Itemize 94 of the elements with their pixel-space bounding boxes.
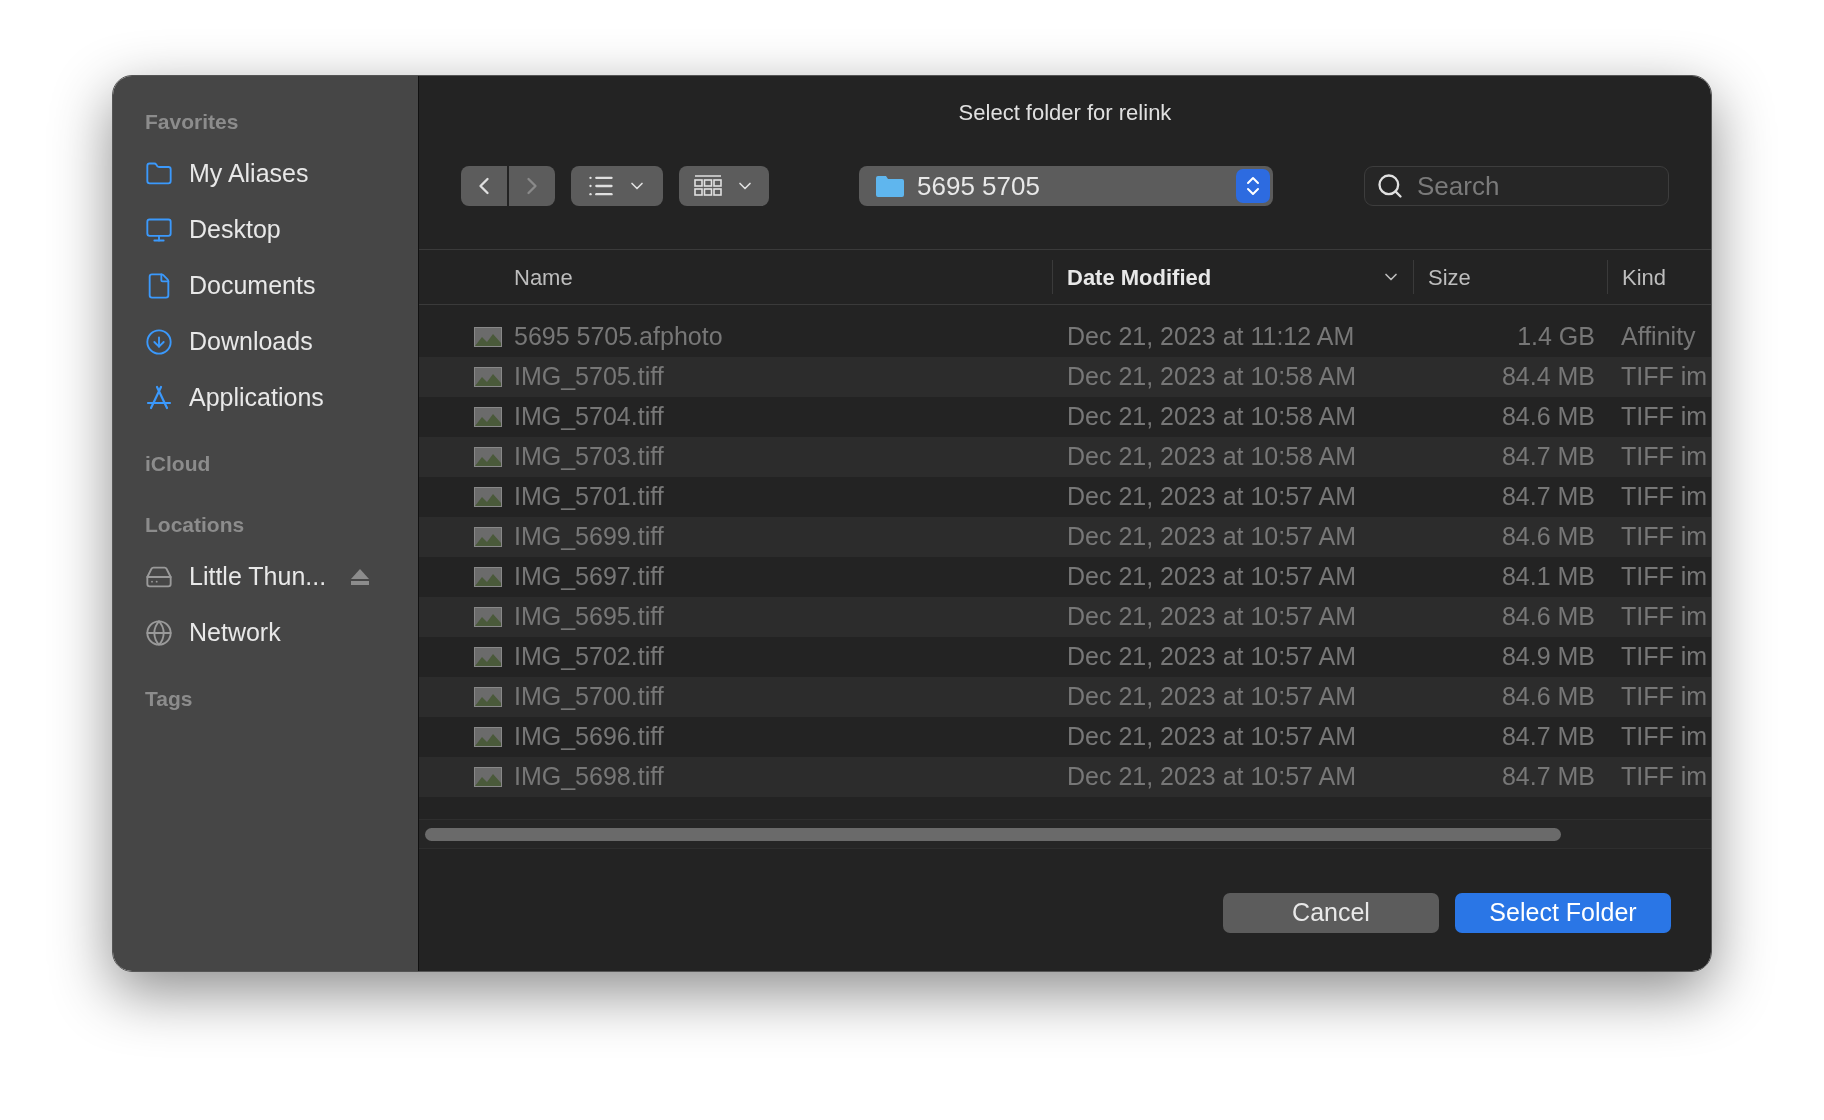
- popup-stepper[interactable]: [1236, 169, 1270, 203]
- sidebar-item[interactable]: Network: [145, 604, 386, 661]
- file-name: IMG_5702.tiff: [514, 641, 665, 673]
- image-file-icon: [474, 647, 502, 667]
- forward-button[interactable]: [509, 166, 555, 206]
- folder-icon: [875, 174, 905, 198]
- date-cell-text: Dec 21, 2023 at 10:57 AM: [1066, 761, 1358, 793]
- kind-cell-text: Affinity: [1620, 321, 1697, 353]
- image-file-icon: [474, 327, 502, 347]
- window-title: Select folder for relink: [957, 99, 1173, 127]
- date-cell-text: Dec 21, 2023 at 10:58 AM: [1066, 401, 1358, 433]
- image-file-icon: [474, 607, 502, 627]
- kind-cell-text: TIFF im: [1620, 361, 1709, 393]
- gallery-view-button[interactable]: [679, 166, 769, 206]
- grid-icon: [693, 174, 723, 198]
- file-name: IMG_5698.tiff: [514, 761, 665, 793]
- globe-icon: [145, 618, 173, 647]
- applications-icon: [145, 383, 173, 412]
- kind-cell-text: TIFF im: [1620, 641, 1709, 673]
- size-cell-text: 84.6 MB: [1500, 401, 1596, 433]
- size-cell-text: 84.7 MB: [1500, 481, 1596, 513]
- column-header[interactable]: Kind: [1607, 260, 1711, 294]
- list-view-button[interactable]: [571, 166, 663, 206]
- size-cell-text: 84.9 MB: [1500, 641, 1596, 673]
- file-name: IMG_5695.tiff: [514, 601, 665, 633]
- sidebar-item[interactable]: Little Thun...: [145, 548, 386, 605]
- sidebar-heading: iCloud: [145, 450, 212, 477]
- search-field[interactable]: Search: [1364, 166, 1669, 206]
- file-name: 5695 5705.afphoto: [514, 321, 724, 353]
- size-cell-text: 84.7 MB: [1500, 441, 1596, 473]
- image-file-icon: [474, 447, 502, 467]
- file-name: IMG_5700.tiff: [514, 681, 665, 713]
- kind-cell-text: TIFF im: [1620, 401, 1709, 433]
- image-file-icon: [474, 367, 502, 387]
- back-button[interactable]: [461, 166, 507, 206]
- date-cell-text: Dec 21, 2023 at 10:57 AM: [1066, 681, 1358, 713]
- file-name: IMG_5705.tiff: [514, 361, 665, 393]
- location-popup[interactable]: 5695 5705: [859, 166, 1273, 206]
- file-name: IMG_5704.tiff: [514, 401, 665, 433]
- image-file-icon: [474, 727, 502, 747]
- sidebar-heading: Tags: [145, 685, 194, 712]
- file-name: IMG_5701.tiff: [514, 481, 665, 513]
- kind-cell-text: TIFF im: [1620, 761, 1709, 793]
- kind-cell-text: TIFF im: [1620, 441, 1709, 473]
- kind-cell-text: TIFF im: [1620, 681, 1709, 713]
- size-cell-text: 84.6 MB: [1500, 521, 1596, 553]
- image-file-icon: [474, 407, 502, 427]
- date-cell-text: Dec 21, 2023 at 10:58 AM: [1066, 361, 1358, 393]
- size-cell-text: 84.6 MB: [1500, 681, 1596, 713]
- kind-cell-text: TIFF im: [1620, 561, 1709, 593]
- kind-cell-text: TIFF im: [1620, 721, 1709, 753]
- sidebar-item[interactable]: Desktop: [145, 201, 386, 258]
- location-name: 5695 5705: [917, 169, 1041, 203]
- date-cell-text: Dec 21, 2023 at 10:57 AM: [1066, 641, 1358, 673]
- date-cell-text: Dec 21, 2023 at 10:57 AM: [1066, 481, 1358, 513]
- date-cell-text: Dec 21, 2023 at 10:57 AM: [1066, 521, 1358, 553]
- image-file-icon: [474, 767, 502, 787]
- date-cell-text: Dec 21, 2023 at 10:58 AM: [1066, 441, 1358, 473]
- kind-cell-text: TIFF im: [1620, 481, 1709, 513]
- download-icon: [145, 327, 173, 356]
- column-header[interactable]: Name: [514, 260, 1052, 294]
- cancel-button[interactable]: Cancel: [1223, 893, 1439, 933]
- column-header[interactable]: Date Modified: [1052, 260, 1413, 294]
- date-cell-text: Dec 21, 2023 at 11:12 AM: [1066, 321, 1356, 353]
- file-name: IMG_5696.tiff: [514, 721, 665, 753]
- eject-icon[interactable]: [350, 567, 371, 586]
- size-cell-text: 84.7 MB: [1500, 761, 1596, 793]
- sidebar-item[interactable]: Downloads: [145, 313, 386, 370]
- date-cell-text: Dec 21, 2023 at 10:57 AM: [1066, 561, 1358, 593]
- size-cell-text: 1.4 GB: [1516, 321, 1596, 353]
- column-header[interactable]: Size: [1413, 260, 1607, 294]
- select-folder-button[interactable]: Select Folder: [1455, 893, 1671, 933]
- file-name: IMG_5703.tiff: [514, 441, 665, 473]
- image-file-icon: [474, 687, 502, 707]
- sidebar-item[interactable]: My Aliases: [145, 145, 386, 202]
- sidebar-item[interactable]: Applications: [145, 369, 386, 426]
- size-cell-text: 84.7 MB: [1500, 721, 1596, 753]
- date-cell-text: Dec 21, 2023 at 10:57 AM: [1066, 601, 1358, 633]
- image-file-icon: [474, 487, 502, 507]
- size-cell-text: 84.4 MB: [1500, 361, 1596, 393]
- sidebar-heading: Favorites: [145, 109, 240, 135]
- search-icon: [1376, 172, 1404, 200]
- kind-cell-text: TIFF im: [1620, 601, 1709, 633]
- kind-cell-text: TIFF im: [1620, 521, 1709, 553]
- size-cell-text: 84.6 MB: [1500, 601, 1596, 633]
- image-file-icon: [474, 527, 502, 547]
- size-cell-text: 84.1 MB: [1500, 561, 1596, 593]
- file-name: IMG_5697.tiff: [514, 561, 665, 593]
- sidebar-heading: Locations: [145, 512, 246, 538]
- date-cell-text: Dec 21, 2023 at 10:57 AM: [1066, 721, 1358, 753]
- image-file-icon: [474, 567, 502, 587]
- horizontal-scrollbar[interactable]: [425, 827, 1561, 841]
- file-name: IMG_5699.tiff: [514, 521, 665, 553]
- sidebar-item[interactable]: Documents: [145, 257, 386, 314]
